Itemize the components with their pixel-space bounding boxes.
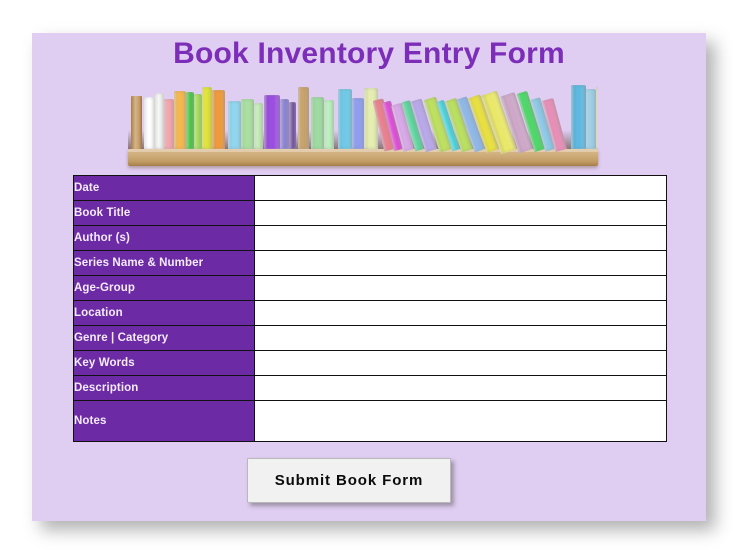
field-input[interactable]	[255, 276, 666, 300]
book-spine	[596, 87, 598, 149]
book-spine	[289, 102, 296, 149]
books-group	[128, 74, 598, 154]
book-spine	[298, 87, 309, 149]
field-input-cell[interactable]	[254, 350, 667, 376]
book-spine	[324, 100, 334, 149]
field-label: Age-Group	[73, 275, 255, 301]
book-spine	[586, 89, 596, 149]
field-input[interactable]	[255, 176, 666, 200]
field-input-cell[interactable]	[254, 300, 667, 326]
book-spine	[352, 98, 364, 149]
book-spine	[264, 95, 280, 149]
book-spine	[280, 99, 289, 149]
field-input[interactable]	[255, 398, 666, 439]
field-label: Date	[73, 175, 255, 201]
book-spine	[194, 94, 202, 149]
book-spine	[212, 90, 225, 149]
book-spine	[144, 97, 155, 149]
field-label: Author (s)	[73, 225, 255, 251]
book-spine	[311, 97, 324, 149]
field-label: Series Name & Number	[73, 250, 255, 276]
field-label: Genre | Category	[73, 325, 255, 351]
bookshelf-image	[128, 74, 598, 166]
submit-book-form-button[interactable]: Submit Book Form	[247, 458, 451, 503]
book-spine	[202, 87, 212, 149]
book-spine	[228, 101, 241, 149]
field-input[interactable]	[255, 351, 666, 375]
shelf-plank	[128, 149, 598, 166]
form-row: Date	[73, 175, 667, 201]
field-input-cell[interactable]	[254, 325, 667, 351]
book-spine	[174, 91, 186, 149]
field-input-cell[interactable]	[254, 225, 667, 251]
field-input-cell[interactable]	[254, 375, 667, 401]
field-input[interactable]	[255, 226, 666, 250]
field-input-cell[interactable]	[254, 398, 667, 442]
form-row: Description	[73, 375, 667, 401]
field-label: Location	[73, 300, 255, 326]
shelf-side-panel	[131, 96, 142, 154]
book-spine	[155, 93, 164, 149]
form-row: Genre | Category	[73, 325, 667, 351]
book-spine	[164, 99, 174, 149]
field-input[interactable]	[255, 326, 666, 350]
form-panel: Book Inventory Entry Form Date Book Title…	[32, 33, 706, 521]
form-row: Notes	[73, 398, 667, 442]
field-input-cell[interactable]	[254, 200, 667, 226]
book-spine	[571, 85, 586, 149]
field-label: Key Words	[73, 350, 255, 376]
screenshot-root: Book Inventory Entry Form Date Book Title…	[0, 0, 733, 550]
form-row: Age-Group	[73, 275, 667, 301]
field-input[interactable]	[255, 251, 666, 275]
book-spine	[186, 92, 194, 149]
book-spine	[254, 103, 263, 149]
book-inventory-form: Date Book Title Author (s) Series Name & Nu…	[73, 175, 667, 442]
page-title: Book Inventory Entry Form	[173, 37, 565, 70]
form-row: Book Title	[73, 200, 667, 226]
field-label: Description	[73, 375, 255, 401]
book-spine	[241, 99, 254, 149]
field-input[interactable]	[255, 376, 666, 400]
field-input-cell[interactable]	[254, 275, 667, 301]
form-row: Key Words	[73, 350, 667, 376]
field-label: Notes	[73, 400, 255, 442]
book-spine	[338, 89, 352, 149]
field-input-cell[interactable]	[254, 250, 667, 276]
field-input-cell[interactable]	[254, 175, 667, 201]
form-row: Location	[73, 300, 667, 326]
form-row: Author (s)	[73, 225, 667, 251]
field-label: Book Title	[73, 200, 255, 226]
form-row: Series Name & Number	[73, 250, 667, 276]
field-input[interactable]	[255, 201, 666, 225]
field-input[interactable]	[255, 301, 666, 325]
form-rows: Date Book Title Author (s) Series Name & Nu…	[73, 175, 667, 442]
